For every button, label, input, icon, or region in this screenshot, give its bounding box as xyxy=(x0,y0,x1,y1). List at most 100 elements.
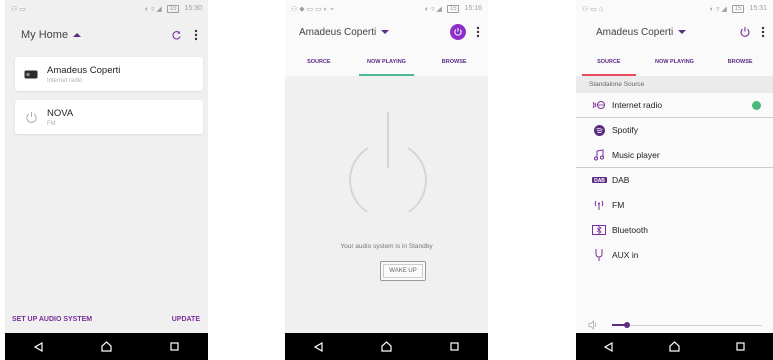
battery-icon: 15 xyxy=(446,4,460,13)
source-item-fm[interactable]: FM xyxy=(576,193,773,218)
refresh-icon[interactable] xyxy=(171,30,182,41)
home-icon xyxy=(381,341,392,352)
source-label: FM xyxy=(612,200,625,210)
battery-icon: 15 xyxy=(166,4,180,13)
volume-thumb[interactable] xyxy=(624,322,630,328)
source-label: DAB xyxy=(612,175,630,185)
signal-icons: ◐ ▿ ◢ xyxy=(709,5,727,13)
device-header: Amadeus Coperti xyxy=(285,17,488,47)
source-item-internet-radio[interactable]: Internet radio xyxy=(576,93,773,118)
tab-source[interactable]: SOURCE xyxy=(576,47,642,76)
source-item-dab[interactable]: DAB DAB xyxy=(576,168,773,193)
status-bar: ⚇ ▭ ⌂ ◐ ▿ ◢ 15 15:31 xyxy=(576,0,773,17)
volume-slider[interactable] xyxy=(612,319,762,331)
back-icon xyxy=(314,341,323,352)
device-selector[interactable]: Amadeus Coperti xyxy=(596,26,687,38)
wake-up-button[interactable]: WAKE UP xyxy=(380,261,426,281)
tab-browse[interactable]: BROWSE xyxy=(707,47,773,76)
status-bar: ⚇ ◆ ▭ ▭ ◐ ⌁ ◐ ▿ ◢ 15 15:16 xyxy=(285,0,488,17)
back-button[interactable] xyxy=(24,336,54,358)
back-icon xyxy=(34,341,43,352)
recents-icon xyxy=(736,342,745,351)
device-source: Internet radio xyxy=(47,77,83,84)
home-button[interactable] xyxy=(91,336,121,358)
caret-down-icon xyxy=(381,30,390,34)
tab-now-playing[interactable]: NOW PLAYING xyxy=(642,47,708,76)
more-vert-icon[interactable] xyxy=(476,26,480,38)
signal-icons: ◐ ▿ ◢ xyxy=(424,5,442,13)
spotify-icon xyxy=(593,124,605,136)
source-item-music-player[interactable]: Music player xyxy=(576,143,773,168)
power-button-icon[interactable] xyxy=(450,24,466,40)
standby-message: Your audio system is in Standby xyxy=(340,243,433,250)
nav-bar xyxy=(285,333,488,360)
caret-up-icon xyxy=(73,33,82,37)
home-button[interactable] xyxy=(659,336,689,358)
caret-down-icon xyxy=(678,30,687,34)
signal-icons: ◐ ▿ ◢ xyxy=(144,5,162,13)
nav-bar xyxy=(576,333,773,360)
recents-icon xyxy=(170,342,179,351)
volume-control xyxy=(588,319,763,331)
tab-bar: SOURCE NOW PLAYING BROWSE xyxy=(576,47,773,76)
device-title: Amadeus Coperti xyxy=(299,26,377,38)
device-name: Amadeus Coperti xyxy=(47,64,121,76)
internet-radio-icon xyxy=(592,101,605,109)
page-title: My Home xyxy=(21,29,69,41)
standby-power-icon xyxy=(349,112,427,212)
back-button[interactable] xyxy=(304,336,334,358)
svg-text:DAB: DAB xyxy=(594,178,605,183)
tab-now-playing[interactable]: NOW PLAYING xyxy=(353,47,421,76)
power-icon xyxy=(25,111,37,123)
notification-icons: ⚇ ◆ ▭ ▭ ◐ ⌁ xyxy=(291,5,335,13)
volume-icon xyxy=(588,320,597,330)
source-item-bluetooth[interactable]: Bluetooth xyxy=(576,218,773,243)
device-name: NOVA xyxy=(47,107,74,119)
selected-check-icon xyxy=(752,101,761,110)
home-icon xyxy=(101,341,112,352)
device-source: FM xyxy=(47,120,56,127)
dab-icon: DAB xyxy=(591,177,607,183)
home-button[interactable] xyxy=(371,336,401,358)
device-selector[interactable]: Amadeus Coperti xyxy=(299,26,390,38)
more-vert-icon[interactable] xyxy=(761,26,765,38)
source-screen: ⚇ ▭ ⌂ ◐ ▿ ◢ 15 15:31 Amadeus Coperti SOU… xyxy=(576,0,773,360)
tab-bar: SOURCE NOW PLAYING BROWSE xyxy=(285,47,488,76)
nav-bar xyxy=(5,333,208,360)
device-card-amadeus[interactable]: Amadeus Coperti Internet radio xyxy=(15,57,203,91)
device-title: Amadeus Coperti xyxy=(596,26,674,38)
clock: 15:30 xyxy=(184,5,202,12)
volume-track xyxy=(612,325,762,326)
device-card-nova[interactable]: NOVA FM xyxy=(15,100,203,134)
tab-browse[interactable]: BROWSE xyxy=(420,47,488,76)
source-item-spotify[interactable]: Spotify xyxy=(576,118,773,143)
clock: 15:31 xyxy=(749,5,767,12)
update-button[interactable]: UPDATE xyxy=(172,316,200,323)
back-button[interactable] xyxy=(594,336,624,358)
device-header: Amadeus Coperti xyxy=(576,17,773,47)
status-bar: ⚇ ▭ ◐ ▿ ◢ 15 15:30 xyxy=(5,0,208,17)
home-footer: SET UP AUDIO SYSTEM UPDATE xyxy=(5,316,208,323)
home-screen: ⚇ ▭ ◐ ▿ ◢ 15 15:30 My Home Amadeus Coper… xyxy=(5,0,208,360)
source-label: Music player xyxy=(612,150,660,160)
source-label: Internet radio xyxy=(612,100,663,110)
more-vert-icon[interactable] xyxy=(194,29,198,41)
back-icon xyxy=(604,341,613,352)
source-item-aux-in[interactable]: AUX in xyxy=(576,243,773,268)
power-button-icon[interactable] xyxy=(739,26,751,38)
bluetooth-icon xyxy=(592,225,606,235)
recents-button[interactable] xyxy=(159,336,189,358)
wake-up-label: WAKE UP xyxy=(389,268,417,274)
recents-icon xyxy=(450,342,459,351)
battery-icon: 15 xyxy=(731,4,745,13)
notification-icons: ⚇ ▭ ⌂ xyxy=(582,5,604,13)
home-selector[interactable]: My Home xyxy=(21,29,82,41)
recents-button[interactable] xyxy=(725,336,755,358)
clock: 15:16 xyxy=(464,5,482,12)
tab-source[interactable]: SOURCE xyxy=(285,47,353,76)
now-playing-screen: ⚇ ◆ ▭ ▭ ◐ ⌁ ◐ ▿ ◢ 15 15:16 Amadeus Coper… xyxy=(285,0,488,360)
setup-audio-system-button[interactable]: SET UP AUDIO SYSTEM xyxy=(12,316,92,323)
aux-icon xyxy=(595,249,603,261)
recents-button[interactable] xyxy=(439,336,469,358)
source-label: Bluetooth xyxy=(612,225,648,235)
